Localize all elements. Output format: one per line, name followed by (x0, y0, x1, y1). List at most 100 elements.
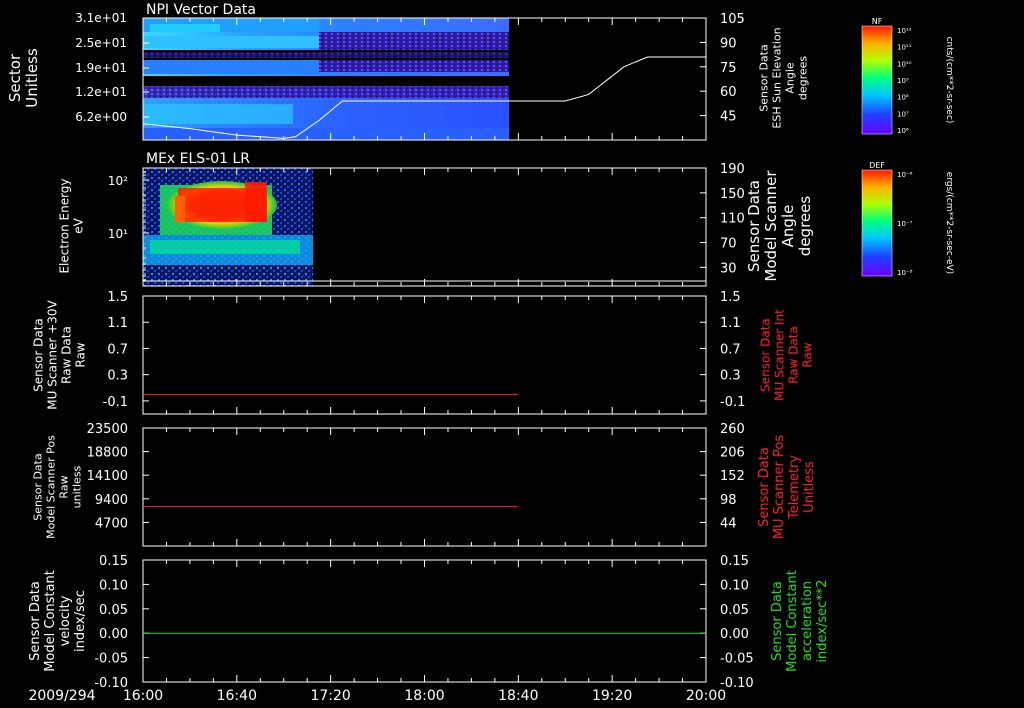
def-colorbar-tag: DEF (869, 161, 885, 170)
x-tick-label: 18:00 (404, 688, 444, 704)
y-axis-label-line: Model Constant (43, 570, 58, 672)
y-tick-label: 18800 (87, 446, 128, 461)
panel-frame (142, 295, 707, 415)
right-y-axis-label-line: ESH Sun Elevation (771, 27, 784, 128)
nf-colorbar-tick: 10⁶ (897, 127, 909, 135)
right-y-tick-label: 60 (720, 85, 737, 100)
x-tick-label: 16:00 (123, 688, 163, 704)
y-tick-label: 0.10 (99, 578, 128, 593)
right-y-tick-label: 45 (720, 110, 737, 125)
def-colorbar-tick: 10⁻⁶ (897, 171, 913, 179)
right-y-tick-label: 70 (720, 237, 737, 252)
y-axis-label-line: index/sec (73, 590, 88, 652)
x-tick-label: 18:40 (498, 688, 538, 704)
right-y-tick-label: 206 (720, 446, 745, 461)
right-y-tick-label: 1.5 (720, 290, 741, 305)
npi-spectrogram (143, 18, 509, 140)
right-y-axis-label-line: Sensor Data (757, 447, 772, 527)
nf-colorbar-gradient (861, 25, 893, 135)
y-tick-label: 0.7 (107, 342, 128, 357)
panel-frame (142, 559, 707, 683)
y-tick-label: 10² (108, 174, 128, 188)
right-y-axis-label-line: Sensor Data (770, 581, 785, 661)
y-axis-label-line: Raw Data (60, 326, 74, 384)
y-tick-label: 9400 (95, 493, 128, 508)
y-tick-label: -0.10 (94, 676, 128, 691)
right-y-tick-label: 0.15 (720, 554, 749, 569)
y-tick-label: 0.00 (99, 627, 128, 642)
right-y-tick-label: 105 (720, 12, 745, 27)
nf-colorbar-tick: 10⁸ (897, 94, 909, 102)
def-colorbar-tick: 10⁻⁷ (897, 220, 913, 228)
right-y-tick-label: 75 (720, 61, 737, 76)
y-tick-label: 0.05 (99, 603, 128, 618)
y-tick-label: 1.2e+01 (75, 85, 127, 99)
nf-colorbar-tick: 10⁷ (897, 110, 909, 118)
y-axis-label-line: Electron Energy (58, 178, 72, 273)
right-y-tick-label: 152 (720, 469, 745, 484)
right-y-axis-label-line: Sensor Data (759, 318, 773, 392)
right-y-axis-label-line: Raw (801, 342, 815, 367)
right-y-axis-label-line: Unitless (802, 461, 817, 513)
def-colorbar-tick: 10⁻⁸ (897, 269, 913, 277)
nf-colorbar-tick: 10¹² (897, 27, 912, 35)
y-axis-label-line: Sensor Data (32, 318, 46, 392)
right-y-axis-label-line: Angle (779, 205, 797, 248)
right-y-axis-label-line: degrees (796, 196, 814, 257)
right-y-tick-label: 44 (720, 516, 737, 531)
y-axis-label-line: MU Scanner +30V (46, 300, 60, 410)
right-y-axis-label-line: MU Scanner Int (773, 309, 787, 401)
def-colorbar-gradient (861, 169, 893, 277)
y-tick-label: 0.15 (99, 554, 128, 569)
y-tick-label: 10¹ (108, 227, 128, 241)
multi-panel-plot: 16:00 16:40 17:20 18:00 18:40 19:20 20:002009/… (6, 2, 954, 704)
right-y-axis-label-line: MU Scanner Pos (772, 435, 787, 540)
right-y-axis-label-line: acceleration (800, 581, 815, 661)
right-y-axis-label-line: Angle (784, 62, 797, 94)
right-y-tick-label: 30 (720, 261, 737, 276)
y-tick-label: -0.05 (94, 652, 128, 667)
y-tick-label: 0.3 (107, 369, 128, 384)
right-y-tick-label: 0.00 (720, 627, 749, 642)
y-tick-label: 14100 (87, 469, 128, 484)
nf-colorbar-tick: 10⁹ (897, 77, 909, 85)
nf-colorbar-tag: NF (872, 17, 883, 26)
right-y-tick-label: 90 (720, 36, 737, 51)
y-tick-label: 2.5e+01 (75, 36, 127, 50)
panel-title: NPI Vector Data (146, 2, 256, 18)
y-axis-label-line: Raw (74, 342, 88, 367)
y-axis-label-line: Sector (6, 53, 24, 102)
right-y-tick-label: 110 (720, 212, 745, 227)
nf-colorbar-tick: 10¹⁰ (897, 60, 912, 68)
right-y-tick-label: 260 (720, 422, 745, 437)
els-spectrogram (143, 168, 313, 286)
right-y-tick-label: 190 (720, 162, 745, 177)
right-y-axis-label-line: Sensor Data (745, 180, 763, 272)
y-tick-label: 6.2e+00 (75, 110, 127, 124)
panel-frame (142, 427, 707, 547)
x-tick-label: 16:40 (217, 688, 257, 704)
y-axis-label-line: Model Scanner Pos (45, 435, 58, 539)
right-y-tick-label: -0.05 (720, 652, 754, 667)
y-tick-label: 3.1e+01 (75, 11, 127, 25)
y-axis-label-line: Sensor Data (28, 581, 43, 661)
right-y-axis-label-line: Model Constant (785, 570, 800, 672)
y-tick-label: 1.1 (107, 316, 128, 331)
x-tick-label: 19:20 (592, 688, 632, 704)
y-tick-label: -0.1 (103, 395, 128, 410)
y-axis-label-line: Unitless (23, 48, 41, 108)
date-label: 2009/294 (28, 688, 95, 704)
def-colorbar-title: ergs/(cm**2-sr-sec-eV) (944, 172, 954, 274)
nf-colorbar-tick: 10¹¹ (897, 44, 912, 52)
right-y-axis-label-line: degrees (797, 56, 810, 101)
y-axis-label-line: velocity (58, 595, 73, 646)
x-tick-label: 17:20 (310, 688, 350, 704)
right-y-axis-label-line: index/sec**2 (815, 579, 830, 662)
y-tick-label: 23500 (87, 422, 128, 437)
y-tick-label: 1.9e+01 (75, 61, 127, 75)
y-tick-label: 4700 (95, 516, 128, 531)
y-axis-label-line: eV (72, 217, 86, 233)
nf-colorbar-title: cnts/(cm**2-sr-sec) (944, 37, 954, 124)
right-y-tick-label: 0.7 (720, 342, 741, 357)
right-y-tick-label: 0.3 (720, 369, 741, 384)
